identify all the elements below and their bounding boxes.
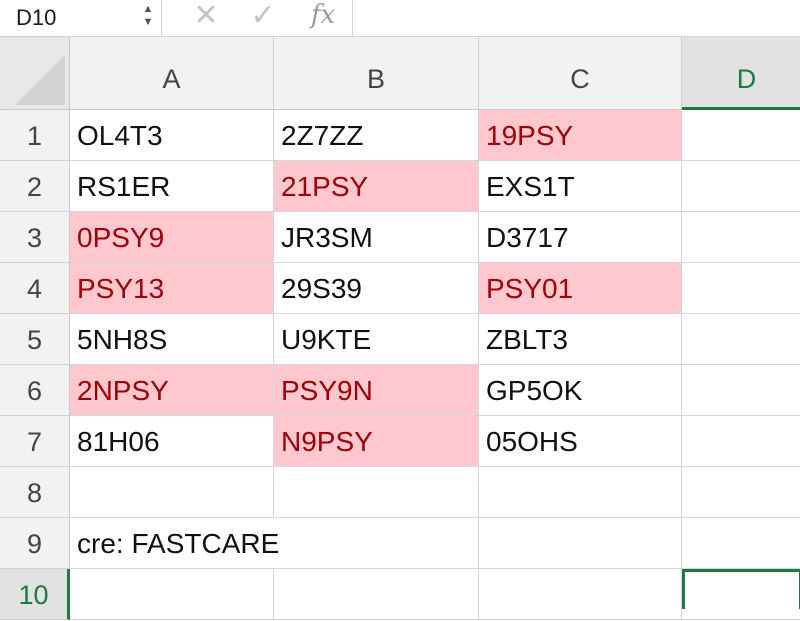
cell-c6[interactable]: GP5OK	[479, 365, 682, 416]
cell-a6[interactable]: 2NPSY	[70, 365, 274, 416]
active-cell-selection	[682, 569, 800, 609]
cell-c9[interactable]	[479, 518, 682, 569]
formula-bar-divider	[352, 0, 353, 37]
select-all-button[interactable]	[0, 37, 70, 110]
cell-b8[interactable]	[274, 467, 479, 518]
cell-b4[interactable]: 29S39	[274, 263, 479, 314]
cell-a8[interactable]	[70, 467, 274, 518]
column-header-a[interactable]: A	[70, 37, 274, 110]
formula-bar: D10 ▲ ▼ ✕ ✓ fx	[0, 0, 800, 37]
cell-b3[interactable]: JR3SM	[274, 212, 479, 263]
cell-a9[interactable]: cre: FASTCARE	[70, 518, 279, 569]
row-header-9[interactable]: 9	[0, 518, 70, 569]
column-header-b[interactable]: B	[274, 37, 479, 110]
cell-b10[interactable]	[274, 569, 479, 620]
cell-a10[interactable]	[70, 569, 274, 620]
insert-function-icon[interactable]: fx	[303, 0, 343, 37]
cell-c5[interactable]: ZBLT3	[479, 314, 682, 365]
cell-d5[interactable]	[682, 314, 800, 365]
row-header-4[interactable]: 4	[0, 263, 70, 314]
confirm-icon[interactable]: ✓	[247, 0, 279, 37]
cell-d4[interactable]	[682, 263, 800, 314]
cell-a7[interactable]: 81H06	[70, 416, 274, 467]
cell-d3[interactable]	[682, 212, 800, 263]
cell-a2[interactable]: RS1ER	[70, 161, 274, 212]
row-header-1[interactable]: 1	[0, 110, 70, 161]
cell-c8[interactable]	[479, 467, 682, 518]
row-header-6[interactable]: 6	[0, 365, 70, 416]
column-header-d[interactable]: D	[682, 37, 800, 110]
cell-c4[interactable]: PSY01	[479, 263, 682, 314]
spreadsheet-grid: A B C D 1 OL4T3 2Z7ZZ 19PSY 2 RS1ER 21PSY EXS1T 3 0PS…	[0, 37, 800, 620]
cell-b5[interactable]: U9KTE	[274, 314, 479, 365]
cell-a1[interactable]: OL4T3	[70, 110, 274, 161]
cell-a5[interactable]: 5NH8S	[70, 314, 274, 365]
name-box[interactable]: D10 ▲ ▼	[0, 0, 162, 37]
row-header-2[interactable]: 2	[0, 161, 70, 212]
cell-d6[interactable]	[682, 365, 800, 416]
row-header-7[interactable]: 7	[0, 416, 70, 467]
cell-b9[interactable]	[274, 518, 479, 569]
cell-c1[interactable]: 19PSY	[479, 110, 682, 161]
cell-d1[interactable]	[682, 110, 800, 161]
cell-a3[interactable]: 0PSY9	[70, 212, 274, 263]
cell-b7[interactable]: N9PSY	[274, 416, 479, 467]
row-header-10[interactable]: 10	[0, 569, 70, 620]
cell-c7[interactable]: 05OHS	[479, 416, 682, 467]
cell-b1[interactable]: 2Z7ZZ	[274, 110, 479, 161]
cell-b2[interactable]: 21PSY	[274, 161, 479, 212]
cell-c3[interactable]: D3717	[479, 212, 682, 263]
cell-d9[interactable]	[682, 518, 800, 569]
cell-d7[interactable]	[682, 416, 800, 467]
cell-a4[interactable]: PSY13	[70, 263, 274, 314]
cancel-icon[interactable]: ✕	[190, 0, 222, 37]
cell-c2[interactable]: EXS1T	[479, 161, 682, 212]
cell-d2[interactable]	[682, 161, 800, 212]
cell-c10[interactable]	[479, 569, 682, 620]
column-header-c[interactable]: C	[479, 37, 682, 110]
select-all-triangle-icon	[15, 55, 65, 105]
name-box-stepper-icon[interactable]: ▲ ▼	[139, 3, 157, 33]
row-header-5[interactable]: 5	[0, 314, 70, 365]
row-header-3[interactable]: 3	[0, 212, 70, 263]
cell-b6[interactable]: PSY9N	[274, 365, 479, 416]
name-box-value[interactable]: D10	[16, 4, 56, 32]
row-header-8[interactable]: 8	[0, 467, 70, 518]
cell-d8[interactable]	[682, 467, 800, 518]
